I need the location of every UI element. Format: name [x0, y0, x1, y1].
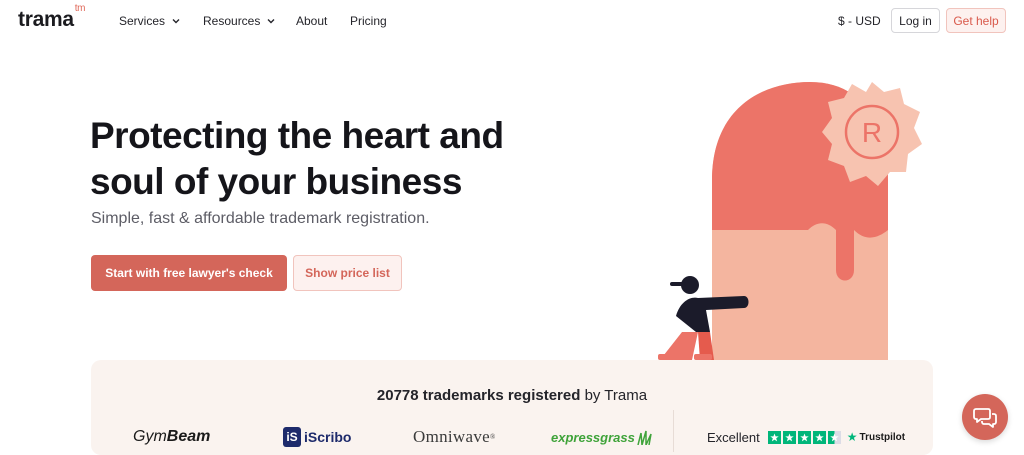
star-icon	[767, 430, 781, 444]
star-icon	[797, 430, 811, 444]
omniwave-logo-text: Omniwave	[413, 427, 490, 446]
expressgrass-logo: expressgrass	[551, 424, 654, 450]
hero-subtitle: Simple, fast & affordable trademark regi…	[91, 210, 430, 227]
omniwave-logo: Omniwave ®	[413, 427, 496, 446]
nav-services[interactable]: Services	[119, 14, 181, 28]
currency-selector[interactable]: $ - USD	[838, 14, 881, 28]
logos-divider	[673, 410, 674, 452]
hero-title: Protecting the heart and soul of your bu…	[90, 115, 504, 202]
brand-logo-text: trama	[18, 8, 74, 31]
trademarks-registered-label: trademarks registered	[422, 387, 581, 404]
nav-about[interactable]: About	[296, 14, 327, 28]
star-icon	[812, 430, 826, 444]
trustpilot-logo: ★ Trustpilot	[847, 430, 905, 444]
get-help-button[interactable]: Get help	[946, 8, 1006, 33]
chat-button[interactable]	[962, 394, 1008, 440]
gymbeam-logo-part2: Beam	[166, 428, 211, 445]
brand-logo-tm: tm	[74, 3, 86, 14]
trust-band: 20778 trademarks registered by Trama Gym…	[91, 360, 933, 455]
trustpilot-brand: Trustpilot	[859, 431, 906, 443]
grass-icon	[637, 430, 652, 445]
trademarks-count: 20778	[376, 387, 419, 404]
expressgrass-logo-text: expressgrass	[551, 429, 635, 445]
chevron-down-icon	[267, 19, 275, 24]
trustpilot-star-icon: ★	[846, 430, 858, 444]
free-lawyer-check-button[interactable]: Start with free lawyer's check	[91, 255, 287, 291]
gymbeam-logo: Gym Beam	[133, 424, 210, 450]
iscribo-logo: iS iScribo	[283, 424, 351, 450]
star-icon	[782, 430, 796, 444]
nav-resources[interactable]: Resources	[203, 14, 276, 28]
half-star-icon	[827, 430, 841, 444]
trustpilot-stars	[767, 430, 841, 444]
brand-logo[interactable]: tramatm	[18, 3, 86, 32]
chat-bubbles-icon	[973, 408, 997, 428]
gymbeam-logo-part1: Gym	[133, 428, 167, 445]
chevron-down-icon	[172, 19, 180, 24]
trademarks-count-heading: 20778 trademarks registered by Trama	[91, 387, 933, 404]
nav-pricing-label: Pricing	[350, 14, 387, 28]
svg-text:R: R	[862, 117, 882, 148]
nav-pricing[interactable]: Pricing	[350, 14, 387, 28]
nav-about-label: About	[296, 14, 328, 28]
iscribo-logo-text: iScribo	[304, 429, 352, 445]
trustpilot-widget[interactable]: Excellent ★ Trustpilot	[707, 424, 905, 450]
iscribo-logo-badge: iS	[283, 427, 301, 447]
by-trama-label: by Trama	[584, 387, 648, 404]
show-price-list-button[interactable]: Show price list	[293, 255, 402, 291]
login-button[interactable]: Log in	[891, 8, 940, 33]
site-header: tramatm Services Resources About Pricing…	[0, 0, 1024, 42]
client-logos: Gym Beam iS iScribo Omniwave ® expressgrass…	[91, 410, 933, 452]
hero-illustration: R	[658, 82, 922, 360]
nav-resources-label: Resources	[203, 14, 261, 28]
trustpilot-rating-text: Excellent	[707, 429, 760, 445]
nav-services-label: Services	[119, 14, 166, 28]
